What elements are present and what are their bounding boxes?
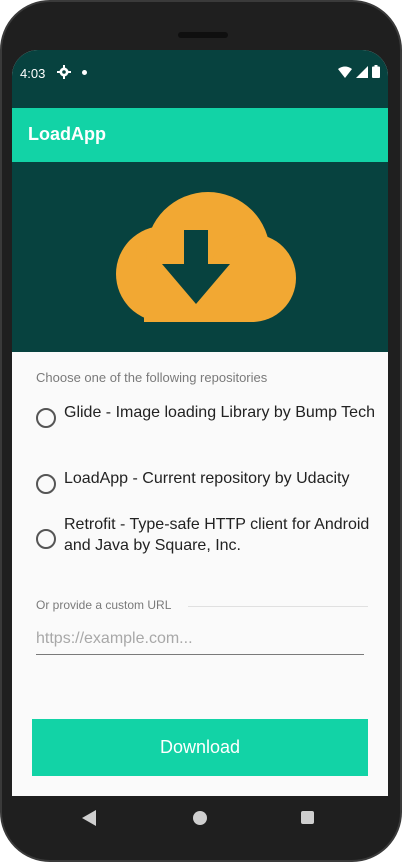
radio-option-glide[interactable]: Glide - Image loading Library by Bump Te… <box>36 402 376 428</box>
status-time: 4:03 <box>20 66 46 81</box>
app-bar: LoadApp <box>12 108 388 162</box>
radio-button[interactable] <box>36 408 56 428</box>
app-screen: 4:03 LoadApp Choose one of the following… <box>12 50 388 796</box>
status-bar: 4:03 <box>12 50 388 108</box>
radio-button[interactable] <box>36 474 56 494</box>
radio-button[interactable] <box>36 529 56 549</box>
main-content: Choose one of the following repositories… <box>12 352 388 796</box>
download-button[interactable]: Download <box>32 719 368 776</box>
header-banner <box>12 162 388 352</box>
divider <box>188 606 368 607</box>
custom-url-label: Or provide a custom URL <box>36 598 172 612</box>
repo-prompt: Choose one of the following repositories <box>36 370 268 385</box>
radio-option-loadapp[interactable]: LoadApp - Current repository by Udacity <box>36 468 376 494</box>
speaker-grille <box>178 32 228 38</box>
cloud-download-icon <box>116 192 296 322</box>
status-icons <box>338 65 380 78</box>
settings-gear-icon <box>57 65 71 79</box>
radio-label: Glide - Image loading Library by Bump Te… <box>64 404 375 421</box>
recents-icon[interactable] <box>301 811 314 824</box>
radio-label: Retrofit - Type-safe HTTP client for And… <box>64 516 370 554</box>
radio-option-retrofit[interactable]: Retrofit - Type-safe HTTP client for And… <box>36 514 376 556</box>
notification-dot-icon <box>82 70 87 75</box>
custom-url-input[interactable] <box>36 624 364 655</box>
battery-icon <box>372 65 380 78</box>
system-nav-bar <box>12 796 388 842</box>
app-title: LoadApp <box>28 124 106 144</box>
back-icon[interactable] <box>82 810 96 826</box>
cell-signal-icon <box>356 65 368 78</box>
wifi-icon <box>338 66 352 78</box>
radio-label: LoadApp - Current repository by Udacity <box>64 470 350 487</box>
home-icon[interactable] <box>193 811 207 825</box>
